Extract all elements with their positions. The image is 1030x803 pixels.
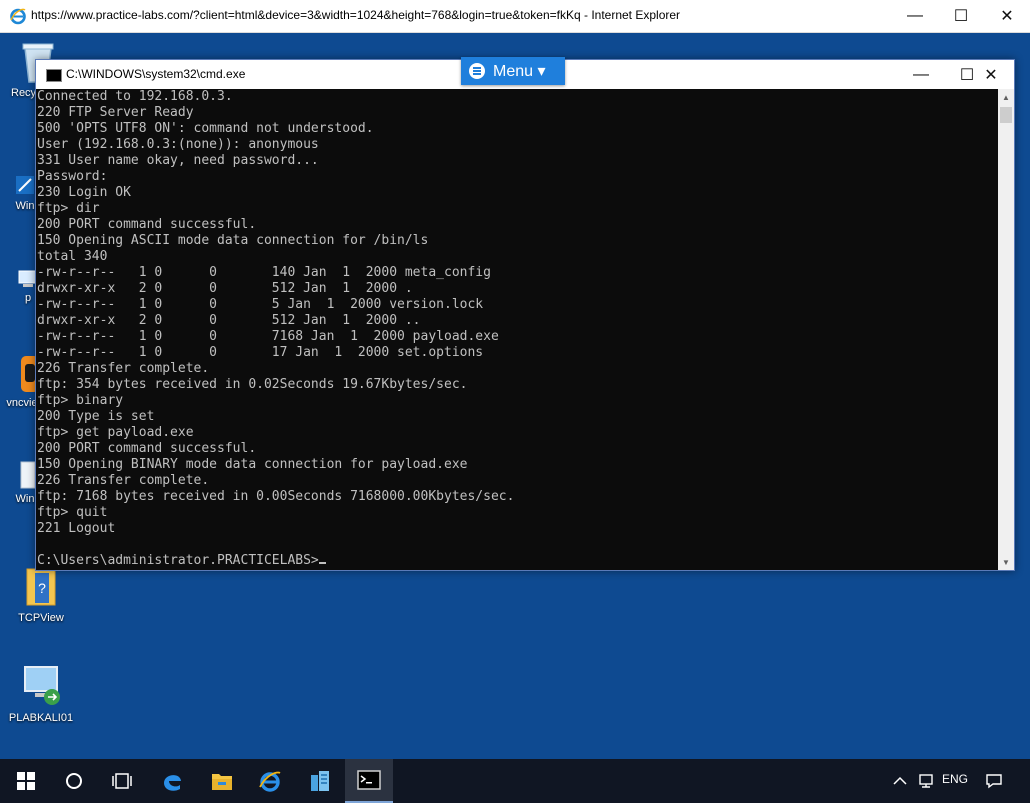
browser-title: https://www.practice-labs.com/?client=ht… — [31, 8, 681, 22]
notification-icon — [986, 774, 1002, 789]
console-line: C:\Users\administrator.PRACTICELABS> — [37, 553, 319, 568]
console-line: 200 PORT command successful. — [37, 441, 257, 456]
desktop-icon-plabkali01[interactable]: PLABKALI01 — [6, 663, 76, 724]
console-line: 226 Transfer complete. — [37, 361, 210, 376]
cmd-window[interactable]: C:\WINDOWS\system32\cmd.exe — ☐ ✕ Connec… — [35, 59, 1015, 571]
network-icon — [919, 774, 933, 788]
search-circle-icon — [66, 773, 82, 789]
console-line: -rw-r--r-- 1 0 0 5 Jan 1 2000 version.lo… — [37, 297, 484, 312]
console-line: ftp> quit — [37, 505, 108, 520]
console-line: -rw-r--r-- 1 0 0 7168 Jan 1 2000 payload… — [37, 329, 499, 344]
console-line: Connected to 192.168.0.3. — [37, 89, 233, 104]
console-line: 150 Opening ASCII mode data connection f… — [37, 233, 429, 248]
hamburger-icon — [469, 63, 485, 79]
console-line: 226 Transfer complete. — [37, 473, 210, 488]
menu-label: Menu ▾ — [493, 63, 546, 80]
document-icon — [20, 461, 36, 489]
scroll-up-icon[interactable]: ▲ — [998, 89, 1014, 105]
cmd-minimize-button[interactable]: — — [898, 60, 944, 89]
cmd-title: C:\WINDOWS\system32\cmd.exe — [66, 67, 246, 81]
taskbar-server-manager[interactable] — [296, 759, 344, 803]
task-view-icon — [112, 773, 132, 789]
console-line: 500 'OPTS UTF8 ON': command not understo… — [37, 121, 374, 136]
desktop-icon-tcpview[interactable]: ? TCPView — [11, 563, 71, 624]
scroll-thumb[interactable] — [1000, 107, 1012, 123]
menu-button[interactable]: Menu ▾ — [461, 57, 565, 85]
start-button[interactable] — [2, 759, 50, 803]
console-text: Connected to 192.168.0.3. 220 FTP Server… — [36, 89, 998, 569]
console-line: drwxr-xr-x 2 0 0 512 Jan 1 2000 . — [37, 281, 413, 296]
console-line: User (192.168.0.3:(none)): anonymous — [37, 137, 319, 152]
console-line: 150 Opening BINARY mode data connection … — [37, 457, 468, 472]
edge-icon — [164, 775, 181, 791]
action-center-button[interactable] — [976, 759, 1012, 803]
taskbar-file-explorer[interactable] — [198, 759, 246, 803]
language-indicator[interactable]: ENG — [942, 772, 968, 786]
console-line: ftp> dir — [37, 201, 100, 216]
minimize-icon: — — [913, 65, 929, 83]
search-button[interactable] — [50, 759, 98, 803]
desktop-icon-label: TCPView — [18, 612, 64, 624]
close-icon: ✕ — [984, 66, 998, 84]
console-line: drwxr-xr-x 2 0 0 512 Jan 1 2000 .. — [37, 313, 421, 328]
taskbar-edge[interactable] — [148, 759, 196, 803]
console-line: -rw-r--r-- 1 0 0 140 Jan 1 2000 meta_con… — [37, 265, 491, 280]
console-line: ftp> get payload.exe — [37, 425, 194, 440]
console-line: ftp: 7168 bytes received in 0.00Seconds … — [37, 489, 515, 504]
folder-icon — [212, 774, 232, 790]
internet-explorer-icon — [10, 8, 26, 25]
console-line: 331 User name okay, need password... — [37, 153, 319, 168]
cmd-icon — [357, 770, 381, 790]
shortcut-icon — [16, 176, 34, 194]
maximize-button[interactable]: ☐ — [938, 0, 984, 32]
maximize-icon: ☐ — [953, 8, 969, 25]
console-line: total 340 — [37, 249, 108, 264]
task-view-button[interactable] — [98, 759, 146, 803]
remote-desktop-icon — [24, 666, 60, 705]
chevron-up-icon — [893, 776, 907, 785]
close-icon: ✕ — [1000, 8, 1014, 25]
console-line: -rw-r--r-- 1 0 0 17 Jan 1 2000 set.optio… — [37, 345, 484, 360]
console-line: Password: — [37, 169, 108, 184]
tray-network[interactable] — [908, 759, 944, 803]
browser-titlebar: https://www.practice-labs.com/?client=ht… — [0, 0, 1030, 33]
console-output[interactable]: Connected to 192.168.0.3. 220 FTP Server… — [36, 89, 998, 570]
vnc-viewer-icon — [21, 356, 39, 392]
console-line: 220 FTP Server Ready — [37, 105, 194, 120]
cmd-close-button[interactable]: ✕ — [968, 60, 1014, 89]
server-manager-icon — [311, 771, 329, 791]
taskbar-cmd[interactable] — [345, 759, 393, 803]
console-line: ftp> binary — [37, 393, 124, 408]
desktop-icon-label: PLABKALI01 — [8, 712, 74, 724]
console-line: 221 Logout — [37, 521, 116, 536]
console-line: 230 Login OK — [37, 185, 131, 200]
console-line: 200 PORT command successful. — [37, 217, 257, 232]
cmd-icon — [46, 69, 62, 82]
text-cursor — [318, 562, 326, 564]
close-button[interactable]: ✕ — [984, 0, 1030, 32]
minimize-button[interactable]: — — [892, 0, 938, 32]
scroll-down-icon[interactable]: ▼ — [998, 554, 1014, 570]
vertical-scrollbar[interactable]: ▲ ▼ — [998, 89, 1014, 570]
minimize-icon: — — [907, 7, 923, 24]
internet-explorer-icon — [259, 771, 281, 792]
svg-text:?: ? — [38, 580, 46, 596]
console-line: ftp: 354 bytes received in 0.02Seconds 1… — [37, 377, 468, 392]
taskbar: ENG — [0, 759, 1030, 803]
taskbar-internet-explorer[interactable] — [246, 759, 294, 803]
console-line: 200 Type is set — [37, 409, 155, 424]
windows-logo-icon — [17, 772, 35, 790]
